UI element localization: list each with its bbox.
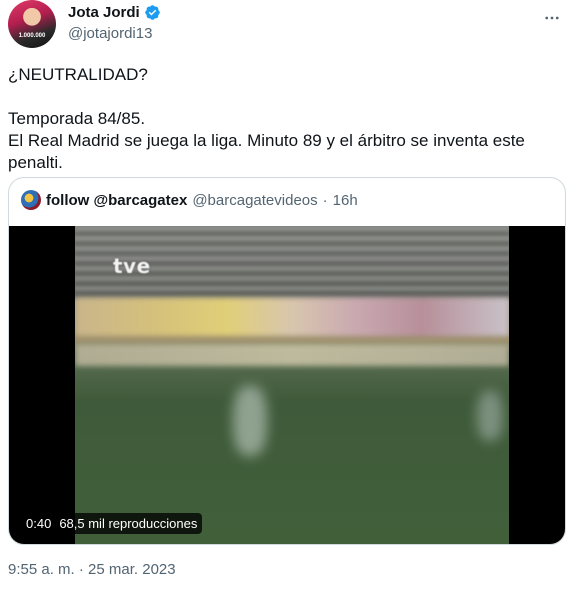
tweet-paragraph: ¿NEUTRALIDAD? bbox=[8, 65, 148, 84]
author-avatar[interactable]: 1.000.000 bbox=[8, 0, 56, 48]
quoted-header: follow @barcagatex @barcagatevideos · 16… bbox=[21, 190, 358, 210]
pitch-sideline bbox=[75, 344, 509, 366]
quoted-display-name: follow @barcagatex bbox=[46, 191, 188, 209]
author-handle[interactable]: @jotajordi13 bbox=[68, 25, 152, 42]
advertising-boards bbox=[75, 298, 509, 336]
more-horizontal-icon[interactable] bbox=[542, 8, 562, 28]
video-stats: 0:40 68,5 mil reproducciones bbox=[21, 513, 203, 534]
quoted-time: 16h bbox=[332, 191, 358, 209]
quoted-handle: @barcagatevideos bbox=[192, 191, 318, 209]
avatar-caption: 1.000.000 bbox=[18, 33, 46, 39]
quoted-tweet[interactable]: follow @barcagatex @barcagatevideos · 16… bbox=[8, 177, 566, 545]
paragraph-spacer bbox=[8, 86, 558, 108]
quoted-avatar bbox=[21, 190, 41, 210]
author-name-row: Jota Jordi bbox=[68, 4, 161, 21]
blurred-player bbox=[477, 391, 503, 441]
verified-badge-icon[interactable] bbox=[144, 4, 161, 21]
meta-separator: · bbox=[322, 191, 328, 209]
video-duration: 0:40 bbox=[26, 516, 52, 531]
tweet-timestamp[interactable]: 9:55 a. m. · 25 mar. 2023 bbox=[8, 561, 176, 578]
video-views: 68,5 mil reproducciones bbox=[59, 516, 198, 531]
video-frame: tve bbox=[75, 226, 509, 544]
broadcaster-logo: tve bbox=[113, 254, 151, 278]
tweet-paragraph: El Real Madrid se juega la liga. Minuto … bbox=[8, 131, 525, 172]
tweet-paragraph: Temporada 84/85. bbox=[8, 109, 146, 128]
tweet-text: ¿NEUTRALIDAD? Temporada 84/85. El Real M… bbox=[8, 64, 558, 174]
blurred-player bbox=[233, 386, 267, 456]
video-info: 0:40 68,5 mil reproducciones bbox=[21, 513, 203, 534]
video-player[interactable]: tve 0:40 68,5 mil reproducciones bbox=[9, 226, 565, 544]
author-display-name[interactable]: Jota Jordi bbox=[68, 4, 140, 21]
